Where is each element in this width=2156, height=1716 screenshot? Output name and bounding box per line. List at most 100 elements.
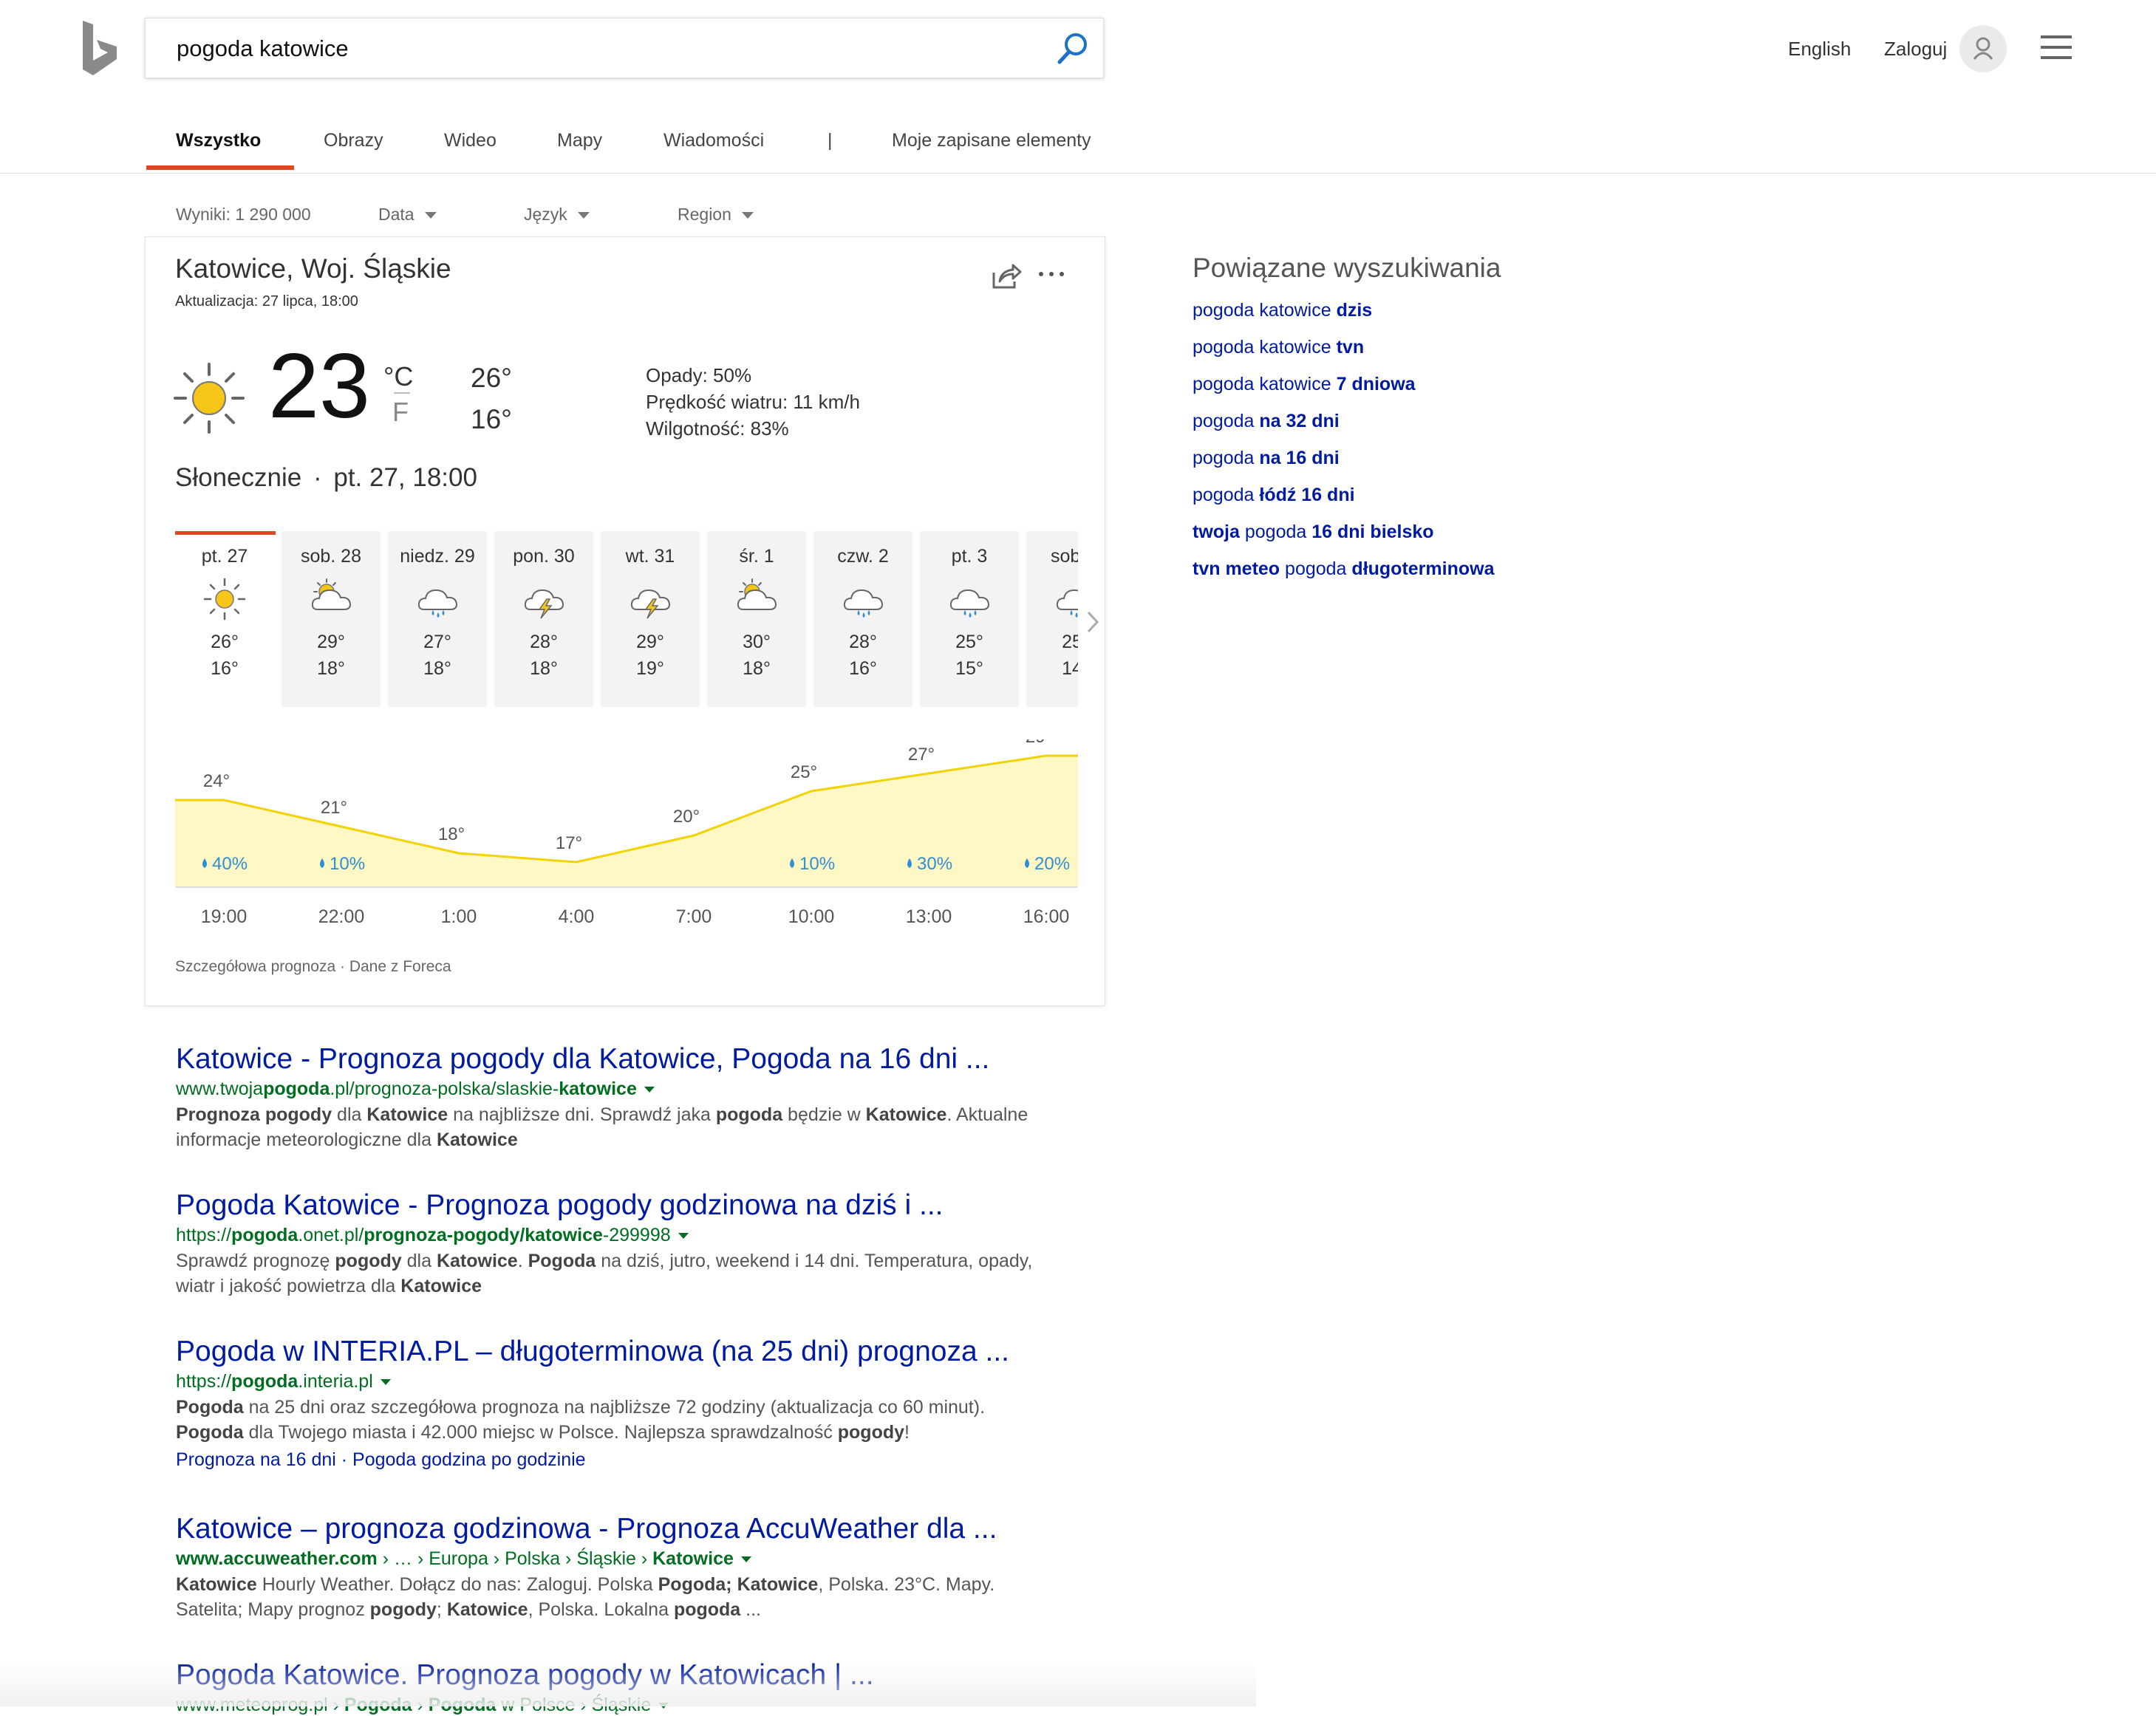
- day-forecast[interactable]: pt. 3 25° 15°: [920, 531, 1019, 707]
- tab-saved[interactable]: Moje zapisane elementy: [892, 130, 1091, 151]
- day-high: 29°: [317, 632, 345, 652]
- result-snippet: Satelita; Mapy prognoz pogody; Katowice,…: [176, 1599, 761, 1620]
- detailed-forecast-link[interactable]: Szczegółowa prognoza: [175, 958, 335, 975]
- result-snippet: Sprawdź prognozę pogody dla Katowice. Po…: [176, 1251, 1033, 1271]
- unit-fahrenheit[interactable]: F: [392, 397, 409, 428]
- more-options-icon[interactable]: [1035, 258, 1068, 290]
- temperature-label: 18°: [438, 824, 465, 844]
- data-source[interactable]: Dane z Foreca: [349, 958, 451, 975]
- today-low: 16°: [471, 404, 512, 434]
- related-search-link[interactable]: pogoda na 16 dni: [1193, 448, 1340, 469]
- temperature-label: 25°: [791, 762, 817, 782]
- result-snippet: wiatr i jakość powietrza dla Katowice: [176, 1276, 482, 1296]
- results-count: Wyniki: 1 290 000: [176, 205, 311, 224]
- unit-divider: [394, 392, 410, 394]
- day-forecast[interactable]: niedz. 29 27° 18°: [388, 531, 487, 707]
- menu-icon[interactable]: [2041, 35, 2072, 59]
- time-label: 16:00: [1023, 906, 1070, 927]
- day-name: sob. 4: [1050, 546, 1078, 567]
- result-snippet: Pogoda na 25 dni oraz szczegółowa progno…: [176, 1397, 986, 1418]
- precip-label: 10%: [330, 854, 365, 874]
- search-input[interactable]: [175, 29, 1013, 69]
- day-forecast[interactable]: sob. 28 29° 18°: [282, 531, 381, 707]
- precip-label: 10%: [799, 854, 835, 874]
- result-deep-links[interactable]: Prognoza na 16 dni · Pogoda godzina po g…: [176, 1449, 586, 1471]
- temperature-label: 29°: [1026, 739, 1052, 747]
- caret-down-icon[interactable]: [678, 1233, 689, 1240]
- result-url[interactable]: https://pogoda.interia.pl: [176, 1371, 391, 1392]
- caret-down-icon[interactable]: [740, 1556, 751, 1563]
- search-box: [145, 18, 1104, 78]
- result-snippet: Prognoza pogody dla Katowice na najbliżs…: [176, 1104, 1028, 1125]
- precip-label: 20%: [1034, 854, 1070, 874]
- filter-region[interactable]: Region: [678, 205, 754, 225]
- caret-down-icon[interactable]: [644, 1087, 655, 1093]
- tab-video[interactable]: Wideo: [444, 130, 497, 151]
- temperature-label: 17°: [556, 833, 582, 853]
- related-search-link[interactable]: twoja pogoda 16 dni bielsko: [1193, 522, 1434, 543]
- time-label: 13:00: [906, 906, 952, 927]
- related-search-link[interactable]: pogoda katowice tvn: [1193, 337, 1364, 358]
- weather-location[interactable]: Katowice, Woj. Śląskie: [175, 253, 451, 284]
- chevron-right-icon[interactable]: [1082, 604, 1105, 640]
- daily-forecast: pt. 27 26° 16° sob. 28 29° 18° niedz. 29 27° 18°…: [175, 531, 1078, 710]
- day-high: 26°: [211, 632, 239, 652]
- caret-down-icon[interactable]: [380, 1379, 391, 1386]
- active-tab-indicator: [146, 165, 294, 170]
- nav-divider: [0, 173, 2156, 174]
- tab-images[interactable]: Obrazy: [324, 130, 383, 151]
- result-url[interactable]: https://pogoda.onet.pl/prognoza-pogody/k…: [176, 1225, 689, 1246]
- result-url[interactable]: www.twojapogoda.pl/prognoza-polska/slask…: [176, 1079, 655, 1100]
- related-search-link[interactable]: pogoda łódź 16 dni: [1193, 485, 1355, 506]
- temperature-label: 21°: [321, 798, 347, 818]
- filter-language[interactable]: Język: [524, 205, 590, 225]
- day-forecast[interactable]: czw. 2 28° 16°: [813, 531, 912, 707]
- partly-cloudy-icon: [737, 578, 777, 610]
- day-low: 16°: [211, 658, 239, 679]
- result-url[interactable]: www.accuweather.com › … › Europa › Polsk…: [176, 1548, 751, 1570]
- language-link[interactable]: English: [1788, 38, 1851, 61]
- day-high: 28°: [530, 632, 558, 652]
- search-icon[interactable]: [1054, 30, 1091, 67]
- filter-date-label: Data: [378, 205, 415, 224]
- day-forecast[interactable]: pon. 30 28° 18°: [494, 531, 593, 707]
- temperature-label: 24°: [203, 771, 230, 791]
- day-forecast[interactable]: pt. 27 26° 16°: [175, 531, 276, 707]
- tab-all[interactable]: Wszystko: [176, 130, 261, 151]
- temperature-label: 27°: [908, 745, 935, 765]
- day-low: 18°: [743, 658, 771, 679]
- day-forecast[interactable]: sob. 4 25° 14°: [1026, 531, 1078, 707]
- result-title-link[interactable]: Katowice – prognoza godzinowa - Prognoza…: [176, 1513, 997, 1545]
- day-low: 14°: [1062, 658, 1078, 679]
- tab-news[interactable]: Wiadomości: [663, 130, 764, 151]
- result-title-link[interactable]: Pogoda Katowice - Prognoza pogody godzin…: [176, 1189, 944, 1222]
- related-search-link[interactable]: pogoda katowice dzis: [1193, 300, 1372, 321]
- rain-cloud-icon: [949, 589, 990, 618]
- filter-date[interactable]: Data: [378, 205, 437, 225]
- share-icon[interactable]: [989, 259, 1022, 292]
- result-title-link[interactable]: Pogoda w INTERIA.PL – długoterminowa (na…: [176, 1336, 1009, 1368]
- time-label: 19:00: [201, 906, 248, 927]
- precip-label: 30%: [917, 854, 952, 874]
- signin-link[interactable]: Zaloguj: [1884, 38, 1947, 61]
- day-low: 18°: [423, 658, 451, 679]
- tab-maps[interactable]: Mapy: [557, 130, 602, 151]
- day-name: pt. 27: [201, 546, 248, 567]
- footer-separator: ·: [339, 958, 345, 975]
- precip-label: 40%: [212, 854, 248, 874]
- precipitation: Opady: 50%: [646, 364, 752, 386]
- day-forecast[interactable]: wt. 31 29° 19°: [601, 531, 700, 707]
- related-search-link[interactable]: tvn meteo pogoda długoterminowa: [1193, 558, 1494, 580]
- related-search-link[interactable]: pogoda na 32 dni: [1193, 411, 1340, 432]
- related-search-link[interactable]: pogoda katowice 7 dniowa: [1193, 374, 1416, 395]
- sun-icon: [203, 578, 246, 621]
- wind-speed: Prędkość wiatru: 11 km/h: [646, 391, 860, 413]
- filter-region-label: Region: [678, 205, 731, 224]
- unit-celsius[interactable]: °C: [383, 361, 413, 392]
- forecast-footer: Szczegółowa prognoza · Dane z Foreca: [175, 958, 451, 976]
- day-forecast[interactable]: śr. 1 30° 18°: [707, 531, 806, 707]
- avatar[interactable]: [1959, 25, 2007, 72]
- result-title-link[interactable]: Katowice - Prognoza pogody dla Katowice,…: [176, 1043, 989, 1076]
- sun-icon: [174, 363, 245, 434]
- bing-logo-icon[interactable]: [80, 19, 124, 78]
